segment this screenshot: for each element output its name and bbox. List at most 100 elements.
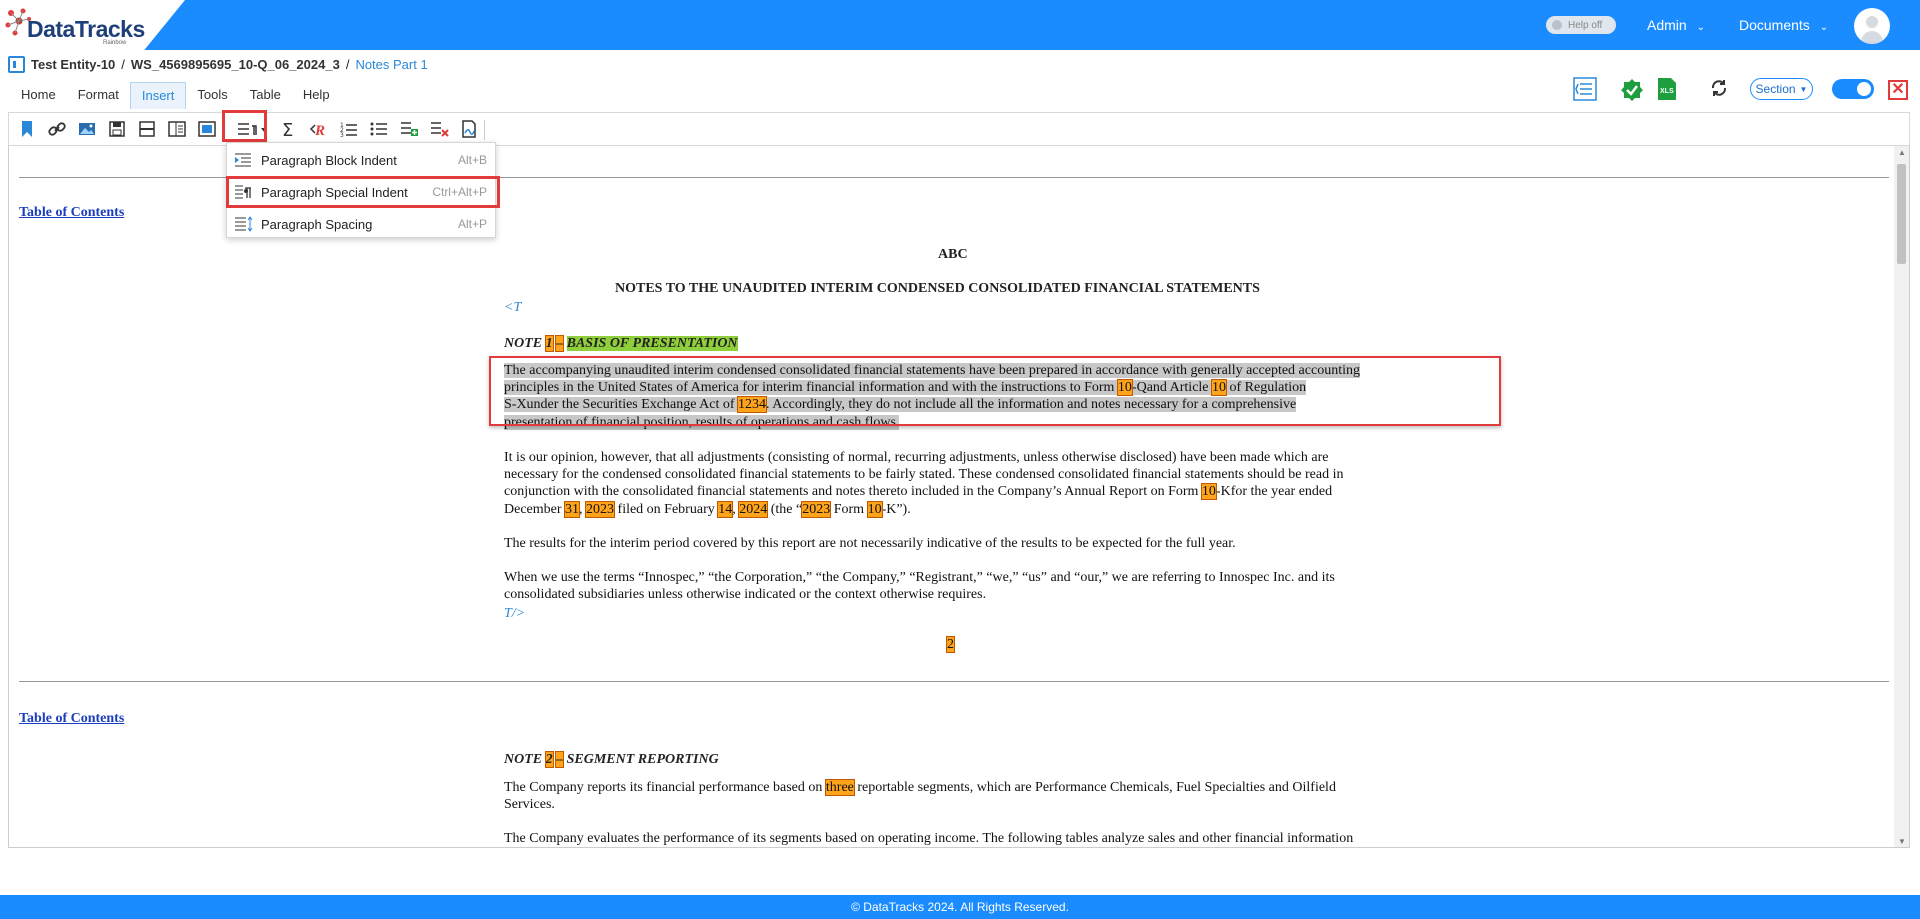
documents-menu-label: Documents [1739,17,1810,33]
remove-list-item-icon[interactable] [429,119,449,139]
save-icon[interactable] [107,119,127,139]
svg-text:Σ: Σ [282,120,293,139]
refresh-icon[interactable] [1710,79,1728,97]
link-icon[interactable] [47,119,67,139]
tab-tools[interactable]: Tools [186,82,238,109]
paragraph-segments[interactable]: The Company reports its financial perfor… [504,779,1414,813]
text-line: It is our opinion, however, that all adj… [504,450,1329,465]
note-1-heading: NOTE 1 – BASIS OF PRESENTATION [504,335,738,352]
tab-help[interactable]: Help [292,82,341,109]
caret-down-icon: ▼ [1799,84,1808,94]
tagged-value[interactable]: 1 [544,335,554,352]
paragraph-terms[interactable]: When we use the terms “Innospec,” “the C… [504,569,1414,603]
tagged-value[interactable]: 2 [946,636,955,653]
paragraph-indent-button[interactable] [222,110,267,142]
image-icon[interactable] [77,119,97,139]
scroll-up-icon[interactable]: ▲ [1898,148,1906,157]
scroll-thumb[interactable] [1897,164,1906,264]
outline-panel-icon[interactable] [1572,76,1598,102]
document-heading: ABC [938,247,968,262]
page-divider [19,681,1889,682]
tagged-value[interactable]: 31 [564,500,581,518]
logo-text: DataTracks [27,16,145,42]
vertical-scrollbar[interactable]: ▲ ▼ [1894,146,1909,847]
page-layout-icon[interactable] [167,119,187,139]
selection-highlight-box [489,356,1501,426]
tagged-value[interactable]: three [824,779,855,796]
note-title[interactable]: SEGMENT REPORTING [567,752,719,767]
tagged-value[interactable]: 10 [1200,483,1217,501]
scroll-down-icon[interactable]: ▼ [1898,837,1906,846]
admin-menu-label: Admin [1647,17,1687,33]
menu-item-paragraph-spacing[interactable]: Paragraph Spacing Alt+P [227,209,495,239]
toggle-knob-icon [1552,20,1562,30]
note-2-heading: NOTE 2 – SEGMENT REPORTING [504,751,719,768]
horizontal-line-icon[interactable] [137,119,157,139]
toc-link[interactable]: Table of Contents [19,711,124,727]
note-label: NOTE [504,752,543,767]
tab-table[interactable]: Table [239,82,292,109]
menu-item-label: Paragraph Spacing [261,216,373,232]
tagged-value[interactable]: 2023 [801,500,832,518]
insert-list-item-icon[interactable] [399,119,419,139]
text-line: reportable segments, which are Performan… [853,780,1336,795]
note-title[interactable]: BASIS OF PRESENTATION [566,336,738,351]
footer: © DataTracks 2024. All Rights Reserved. [0,895,1920,919]
breadcrumb-workspace[interactable]: WS_4569895695_10-Q_06_2024_3 [131,57,340,72]
admin-menu[interactable]: Admin ⌄ [1647,17,1705,33]
bookmark-icon[interactable] [17,119,37,139]
avatar[interactable] [1854,8,1890,44]
breadcrumb-current[interactable]: Notes Part 1 [355,57,427,72]
tab-format[interactable]: Format [67,82,130,109]
text-line: conjunction with the consolidated financ… [504,484,1202,500]
note-label: NOTE [504,336,543,351]
block-indent-icon [235,153,251,167]
text-line: The Company reports its financial perfor… [504,780,826,795]
svg-text:3: 3 [340,132,344,139]
breadcrumb-entity[interactable]: Test Entity-10 [31,57,115,72]
svg-text:R: R [314,123,325,139]
tab-home[interactable]: Home [10,82,67,109]
sigma-icon[interactable]: Σ [279,119,299,139]
documents-menu[interactable]: Documents ⌄ [1739,17,1828,33]
help-toggle-label: Help off [1568,19,1603,31]
menu-item-block-indent[interactable]: Paragraph Block Indent Alt+B [227,145,495,175]
text-line: When we use the terms “Innospec,” “the C… [504,570,1335,585]
section-dropdown[interactable]: Section ▼ [1750,78,1813,100]
numbered-list-icon[interactable]: 123 [339,119,359,139]
breadcrumb-separator: / [345,57,350,72]
menu-item-shortcut: Alt+B [457,153,487,167]
paragraph-results[interactable]: The results for the interim period cover… [504,535,1414,552]
tagged-value[interactable]: – [555,335,565,352]
text-line: , [579,501,587,517]
tagged-value[interactable]: – [555,751,565,768]
validate-check-icon[interactable] [1620,78,1644,102]
paragraph-evaluation[interactable]: The Company evaluates the performance of… [504,830,1414,847]
document-subheading: NOTES TO THE UNAUDITED INTERIM CONDENSED… [615,281,1260,296]
tagged-value[interactable]: 2 [544,751,554,768]
paragraph-opinion[interactable]: It is our opinion, however, that all adj… [504,449,1414,518]
tagged-value[interactable]: 10 [866,500,883,518]
excel-export-icon[interactable]: XLS [1656,77,1678,101]
bulleted-list-icon[interactable] [369,119,389,139]
tagged-value[interactable]: 2023 [585,500,616,518]
help-toggle[interactable]: Help off [1546,16,1616,34]
section-dropdown-label: Section [1755,82,1796,96]
text-line: (the “ [767,501,803,517]
close-icon[interactable]: ✕ [1888,80,1908,100]
text-box-icon[interactable] [197,119,217,139]
text-line: filed on February [614,501,719,517]
view-toggle[interactable] [1832,79,1874,99]
svg-text:XLS: XLS [1660,88,1674,95]
document-editor[interactable]: Table of Contents ABC NOTES TO THE UNAUD… [8,146,1910,848]
tab-insert[interactable]: Insert [129,82,187,109]
signature-icon[interactable] [459,119,479,139]
tagged-value[interactable]: 14 [717,500,734,518]
tagged-value[interactable]: 2024 [738,500,769,518]
reference-icon[interactable]: R [309,119,329,139]
toc-link[interactable]: Table of Contents [19,205,124,221]
menu-item-shortcut: Alt+P [457,217,487,231]
text-line: consolidated subsidiaries unless otherwi… [504,587,987,603]
insert-toolbar: Σ R 123 [8,112,1910,146]
text-line: December [504,501,566,517]
